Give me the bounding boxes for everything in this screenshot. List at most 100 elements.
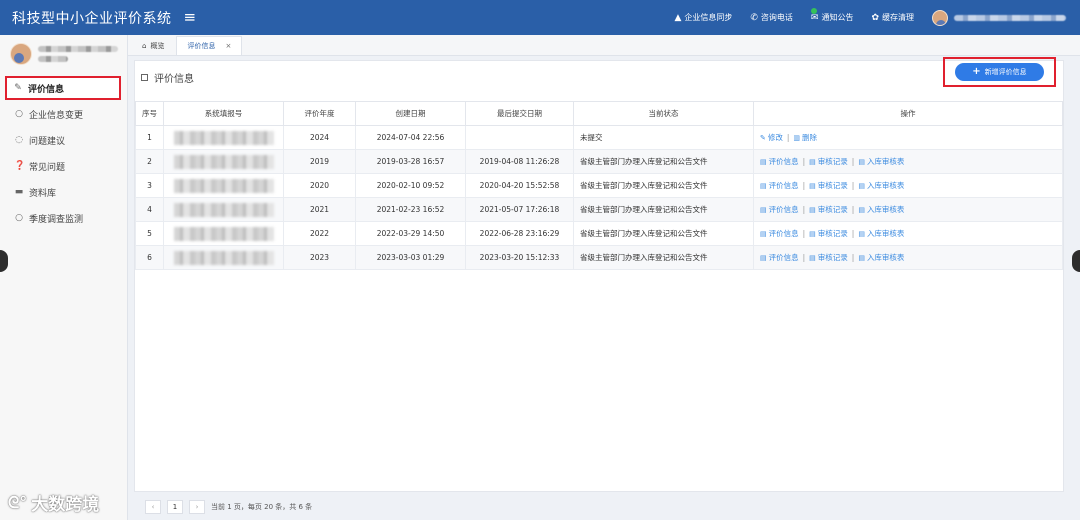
evaluation-info-link[interactable]: ▤ 评价信息 (760, 180, 799, 191)
op-label: 审核记录 (817, 181, 848, 190)
cell-created: 2022-03-29 14:50 (355, 221, 466, 246)
op-label: 评价信息 (768, 181, 799, 190)
sidebar-item-label: 评价信息 (28, 84, 65, 95)
op-label: 评价信息 (768, 229, 799, 238)
column-header[interactable]: 创建日期 (355, 101, 466, 126)
notice-button[interactable]: ✉ 通知公告 (810, 8, 854, 23)
close-icon[interactable]: × (225, 42, 231, 50)
redacted-report-number (173, 130, 274, 145)
cell-year: 2020 (283, 173, 356, 198)
op-label: 审核记录 (817, 229, 848, 238)
question-icon: ❓ (14, 161, 26, 171)
tab-overview[interactable]: ⌂ 概览 (132, 36, 174, 55)
column-header[interactable]: 当前状态 (573, 101, 754, 126)
tab-evaluation-info[interactable]: 评价信息 × (176, 36, 243, 55)
page-title: 评价信息 (154, 73, 194, 85)
op-label: 审核记录 (817, 205, 848, 214)
watermark-logo-icon: ᘓ° (8, 492, 28, 512)
circle-icon: ○ (15, 109, 23, 119)
evaluation-info-link[interactable]: ▤ 评价信息 (760, 204, 799, 215)
cell-year: 2021 (283, 197, 356, 222)
cell-report-number (163, 173, 284, 198)
tab-label: 概览 (150, 41, 165, 50)
cell-year: 2019 (283, 149, 356, 174)
page-number-button[interactable]: 1 (167, 500, 183, 514)
sidebar-item-company-change[interactable]: ○ 企业信息变更 (0, 101, 128, 127)
storage-audit-link[interactable]: ▤ 入库审核表 (858, 180, 904, 191)
storage-audit-link[interactable]: ▤ 入库审核表 (858, 156, 904, 167)
evaluation-info-link[interactable]: ▤ 评价信息 (760, 156, 799, 167)
evaluation-table: 序号 系统填报号 评价年度 创建日期 最后提交日期 当前状态 操作 1 2024… (135, 101, 1063, 270)
evaluation-info-link[interactable]: ▤ 评价信息 (760, 228, 799, 239)
column-header[interactable]: 操作 (753, 101, 1063, 126)
cell-created: 2019-03-28 16:57 (355, 149, 466, 174)
next-page-button[interactable]: › (189, 500, 205, 514)
op-label: 评价信息 (768, 205, 799, 214)
sidebar-item-faq[interactable]: ❓ 常见问题 (0, 153, 128, 179)
sidebar: ✎ 评价信息 ○ 企业信息变更 ◌ 问题建议 ❓ 常见问题 ▬ 资料库 ○ 季度… (0, 35, 128, 520)
document-icon: ▤ (858, 229, 865, 238)
storage-audit-link[interactable]: ▤ 入库审核表 (858, 252, 904, 263)
audit-record-link[interactable]: ▤ 审核记录 (809, 228, 848, 239)
cell-submitted: 2020-04-20 15:52:58 (465, 173, 574, 198)
column-header[interactable]: 系统填报号 (163, 101, 284, 126)
redacted-report-number (173, 178, 274, 193)
audit-record-link[interactable]: ▤ 审核记录 (809, 156, 848, 167)
cell-submitted: 2023-03-20 15:12:33 (465, 245, 574, 270)
notice-label: 通知公告 (821, 13, 854, 22)
document-icon: ▤ (760, 253, 767, 262)
avatar (10, 43, 32, 65)
op-label: 入库审核表 (866, 157, 905, 166)
add-evaluation-label: 新增评价信息 (984, 68, 1027, 76)
sidebar-item-evaluation-info[interactable]: ✎ 评价信息 (5, 76, 121, 100)
storage-audit-link[interactable]: ▤ 入库审核表 (858, 228, 904, 239)
sync-company-info-label: 企业信息同步 (684, 13, 733, 22)
prev-page-button[interactable]: ‹ (145, 500, 161, 514)
clear-cache-button[interactable]: ✿ 缓存清理 (871, 12, 914, 23)
delete-link[interactable]: ▥ 删除 (793, 132, 817, 143)
sync-company-info-button[interactable]: ▲ 企业信息同步 (674, 12, 732, 23)
column-header[interactable]: 序号 (135, 101, 164, 126)
audit-record-link[interactable]: ▤ 审核记录 (809, 204, 848, 215)
column-header[interactable]: 最后提交日期 (465, 101, 574, 126)
redacted-report-number (173, 202, 274, 217)
sidebar-item-quarterly-survey[interactable]: ○ 季度调查监测 (0, 205, 128, 231)
audit-record-link[interactable]: ▤ 审核记录 (809, 180, 848, 191)
sidebar-item-library[interactable]: ▬ 资料库 (0, 179, 128, 205)
cell-index: 6 (135, 245, 164, 270)
storage-audit-link[interactable]: ▤ 入库审核表 (858, 204, 904, 215)
cell-report-number (163, 197, 284, 222)
op-label: 评价信息 (768, 157, 799, 166)
hamburger-icon[interactable]: ≡ (184, 10, 197, 25)
tab-label: 评价信息 (187, 42, 216, 50)
redacted-username (954, 14, 1066, 21)
sidebar-item-suggestions[interactable]: ◌ 问题建议 (0, 127, 128, 153)
cell-operations: ▤ 评价信息 | ▤ 审核记录 | ▤ 入库审核表 (753, 173, 1063, 198)
edit-link[interactable]: ✎ 修改 (760, 132, 783, 143)
gear-icon: ✿ (871, 12, 879, 23)
cell-status: 省级主管部门办理入库登记和公告文件 (573, 245, 754, 270)
hotline-button[interactable]: ✆ 咨询电话 (750, 12, 793, 23)
audit-record-link[interactable]: ▤ 审核记录 (809, 252, 848, 263)
table-header-row: 序号 系统填报号 评价年度 创建日期 最后提交日期 当前状态 操作 (135, 101, 1063, 126)
edit-icon: ✎ (14, 83, 22, 93)
column-header[interactable]: 评价年度 (283, 101, 356, 126)
cell-index: 4 (135, 197, 164, 222)
op-label: 修改 (767, 133, 783, 142)
redacted-report-number (173, 250, 274, 265)
add-evaluation-button[interactable]: + 新增评价信息 (955, 63, 1044, 81)
collapse-right-handle[interactable] (1072, 250, 1080, 272)
op-label: 入库审核表 (866, 253, 905, 262)
user-menu[interactable] (932, 9, 1066, 26)
document-icon: ▤ (809, 181, 816, 190)
clear-cache-label: 缓存清理 (882, 13, 914, 22)
tab-strip: ⌂ 概览 评价信息 × (128, 35, 1080, 56)
cell-report-number (163, 125, 284, 150)
cell-created: 2023-03-03 01:29 (355, 245, 466, 270)
cell-submitted: 2022-06-28 23:16:29 (465, 221, 574, 246)
cell-operations: ✎ 修改 | ▥ 删除 (753, 125, 1063, 150)
sidebar-item-label: 季度调查监测 (29, 214, 84, 225)
op-label: 评价信息 (768, 253, 799, 262)
cell-report-number (163, 149, 284, 174)
evaluation-info-link[interactable]: ▤ 评价信息 (760, 252, 799, 263)
